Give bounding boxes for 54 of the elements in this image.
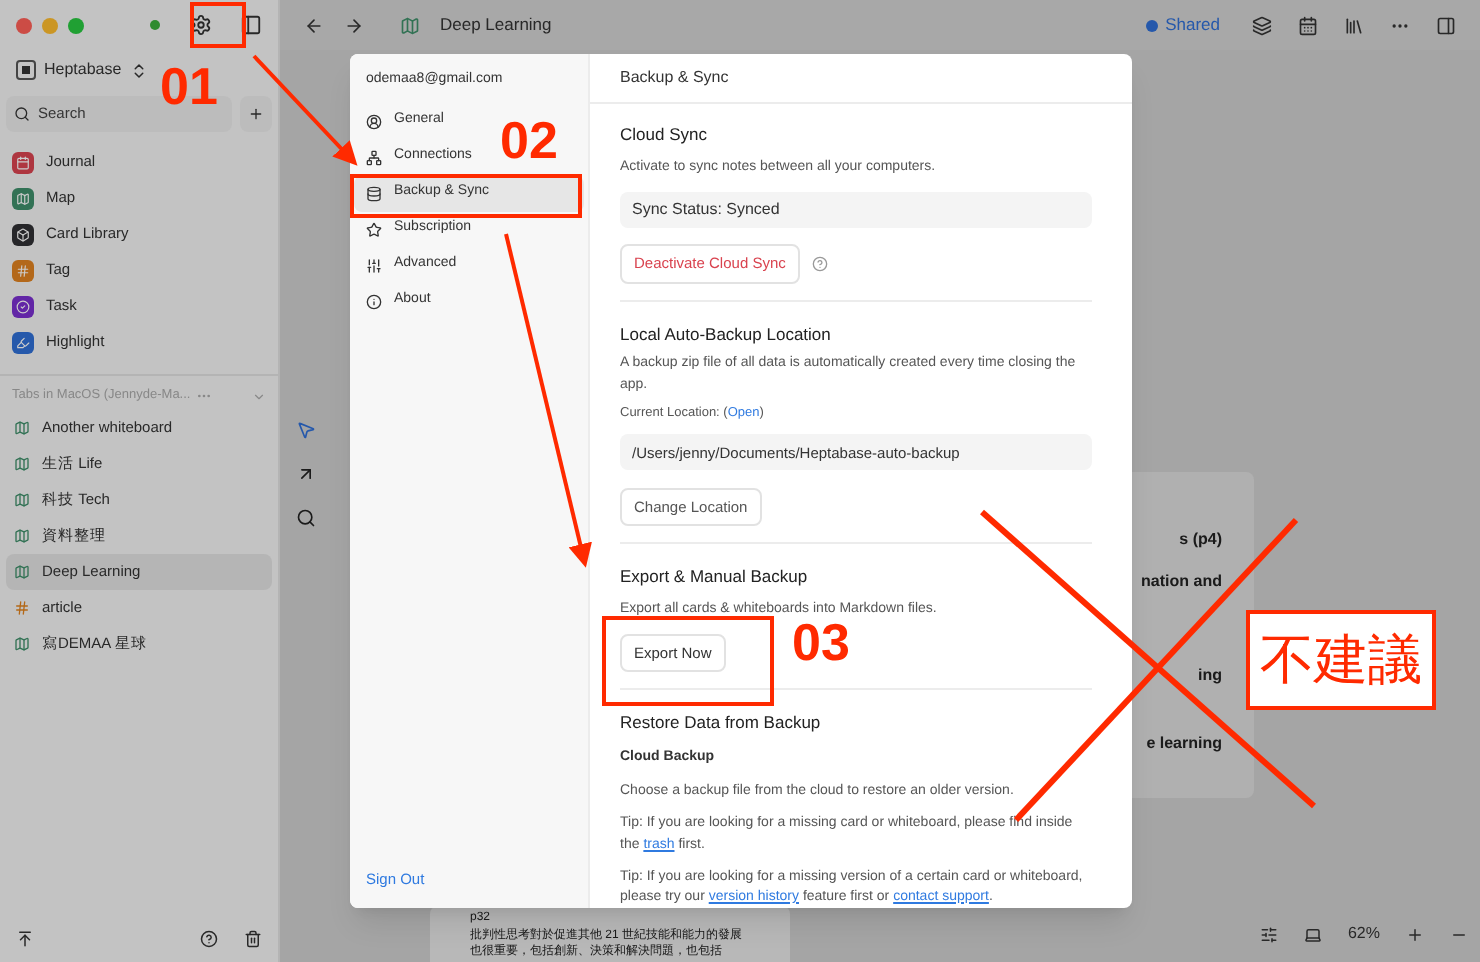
- workspace-logo-icon: [16, 60, 36, 80]
- backup-icon: [366, 185, 382, 201]
- help-icon[interactable]: [200, 929, 218, 947]
- forward-icon[interactable]: [344, 15, 364, 35]
- search-icon[interactable]: [296, 508, 316, 528]
- whiteboard-icon: [14, 456, 30, 472]
- workspace-switcher[interactable]: Heptabase: [0, 50, 164, 90]
- plus-icon: [248, 106, 264, 122]
- warning-label: 不建議: [1246, 610, 1436, 710]
- card-text: ing: [1198, 664, 1222, 688]
- advanced-icon: [366, 257, 382, 273]
- section-heading: Export & Manual Backup: [620, 564, 810, 591]
- zoom-in-icon[interactable]: [1406, 925, 1424, 943]
- step-number: 02: [500, 114, 558, 166]
- sliders-icon[interactable]: [1259, 925, 1278, 943]
- sidebar-toggle-icon[interactable]: [240, 14, 262, 36]
- card-text: nation and: [1141, 570, 1222, 594]
- whiteboard-icon: [14, 492, 30, 508]
- card-text: e learning: [1146, 732, 1222, 756]
- whiteboard-icon: [14, 420, 30, 436]
- step-number: 03: [792, 616, 850, 668]
- dialog-title: Backup & Sync: [620, 66, 729, 91]
- annotation-arrow: [252, 54, 358, 166]
- calendar-icon[interactable]: [1298, 15, 1318, 35]
- sync-status-field: Sync Status: Synced: [620, 191, 1092, 228]
- cursor-icon[interactable]: [296, 420, 316, 440]
- card-text: s (p4): [1179, 528, 1222, 552]
- add-button[interactable]: [240, 96, 272, 132]
- whiteboard-icon: [14, 636, 30, 652]
- about-icon: [366, 293, 382, 309]
- whiteboard-icon: [14, 564, 30, 580]
- hash-icon: [14, 600, 30, 616]
- settings-icon[interactable]: [190, 14, 212, 36]
- back-icon[interactable]: [304, 15, 324, 35]
- search-icon: [14, 106, 30, 122]
- laptop-icon[interactable]: [1303, 925, 1322, 943]
- panel-toggle-icon[interactable]: [1436, 15, 1456, 35]
- layers-icon[interactable]: [1252, 15, 1272, 35]
- highlight-frame: [190, 2, 246, 48]
- general-icon: [366, 113, 382, 129]
- subscription-icon: [366, 221, 382, 237]
- upload-icon[interactable]: [16, 929, 34, 947]
- trash-icon[interactable]: [244, 929, 262, 947]
- page-title: Deep Learning: [440, 12, 552, 38]
- whiteboard-icon: [14, 528, 30, 544]
- connections-icon: [366, 149, 382, 165]
- section-heading: Cloud Sync: [620, 122, 709, 149]
- arrow-tool-icon[interactable]: [296, 464, 316, 484]
- section-heading: Restore Data from Backup: [620, 709, 823, 735]
- zoom-level: 62%: [1347, 922, 1380, 946]
- updown-chevron-icon: [129, 61, 148, 79]
- section-heading: Local Auto-Backup Location: [620, 321, 833, 347]
- library-icon[interactable]: [1344, 15, 1364, 35]
- whiteboard-icon: [400, 15, 420, 35]
